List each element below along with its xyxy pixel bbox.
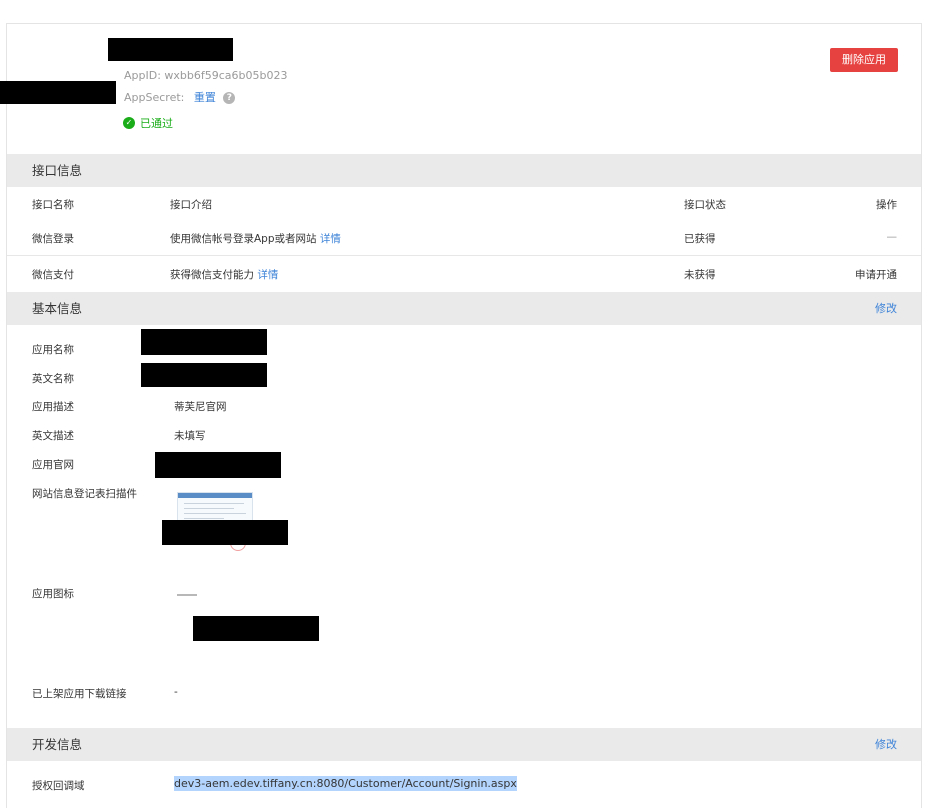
check-circle-icon: ✓: [123, 117, 135, 129]
interface-op: —: [886, 231, 898, 243]
basic-edit-link[interactable]: 修改: [875, 292, 897, 325]
delete-app-button[interactable]: 删除应用: [830, 48, 898, 72]
interface-detail-link[interactable]: 详情: [320, 233, 341, 245]
dev-section-title: 开发信息: [32, 737, 83, 752]
basic-section-title: 基本信息: [32, 301, 83, 316]
interface-intro: 使用微信帐号登录App或者网站 详情: [170, 231, 341, 246]
redacted-app-icon: [193, 616, 319, 641]
interface-header-intro: 接口介绍: [170, 199, 212, 211]
interface-header-state: 接口状态: [684, 199, 726, 211]
label-app-icon: 应用图标: [32, 588, 74, 600]
interface-header-name: 接口名称: [32, 199, 74, 211]
thumb-line: [184, 503, 244, 504]
approval-status-text: 已通过: [140, 117, 173, 130]
thumb-header-bar: [178, 493, 252, 498]
help-icon[interactable]: ?: [223, 92, 236, 104]
value-en-desc: 未填写: [174, 430, 206, 442]
basic-section-header: 基本信息 修改: [7, 292, 921, 325]
approval-status: ✓ 已通过: [123, 115, 173, 131]
label-website: 应用官网: [32, 459, 74, 471]
interface-intro-text: 使用微信帐号登录App或者网站: [170, 233, 317, 245]
interface-intro: 获得微信支付能力 详情: [170, 267, 278, 282]
label-reg-form: 网站信息登记表扫描件: [32, 488, 137, 500]
value-download-link: -: [174, 686, 178, 698]
row-divider: [7, 255, 921, 256]
redacted-website: [155, 452, 281, 478]
interface-header-op: 操作: [876, 199, 897, 211]
interface-intro-text: 获得微信支付能力: [170, 269, 254, 281]
app-secret-label: AppSecret:: [124, 91, 185, 104]
value-app-desc: 蒂芙尼官网: [174, 401, 227, 413]
interface-section-header: 接口信息: [7, 154, 921, 187]
redacted-reg-form: [162, 520, 288, 545]
redacted-app-title: [108, 38, 233, 61]
redacted-app-logo: [0, 81, 116, 104]
app-detail-panel: AppID: wxbb6f59ca6b05b023 AppSecret: 重置 …: [0, 23, 922, 808]
dev-edit-link[interactable]: 修改: [875, 728, 897, 761]
app-secret-reset-link[interactable]: 重置: [194, 91, 216, 104]
thumb-line: [184, 508, 234, 509]
reg-form-thumbnail[interactable]: [177, 492, 253, 522]
thumb-line: [184, 513, 246, 514]
interface-name: 微信支付: [32, 269, 74, 281]
interface-name: 微信登录: [32, 233, 74, 245]
app-secret-line: AppSecret: 重置 ?: [124, 89, 236, 105]
interface-detail-link[interactable]: 详情: [257, 269, 278, 281]
label-app-name: 应用名称: [32, 344, 74, 356]
thumb-line: [184, 518, 224, 519]
label-download-link: 已上架应用下载链接: [32, 688, 127, 700]
app-id-value: wxbb6f59ca6b05b023: [164, 69, 288, 82]
app-icon-caption: [177, 594, 197, 596]
redacted-en-name: [141, 363, 267, 387]
redacted-app-name: [141, 329, 267, 355]
app-id-line: AppID: wxbb6f59ca6b05b023: [124, 69, 288, 82]
dev-section-header: 开发信息 修改: [7, 728, 921, 761]
label-en-desc: 英文描述: [32, 430, 74, 442]
interface-state: 未获得: [684, 269, 716, 281]
label-en-name: 英文名称: [32, 373, 74, 385]
interface-section-title: 接口信息: [32, 163, 83, 178]
interface-state: 已获得: [684, 233, 716, 245]
label-callback-domain: 授权回调域: [32, 780, 85, 792]
label-app-desc: 应用描述: [32, 401, 74, 413]
callback-domain-value: dev3-aem.edev.tiffany.cn:8080/Customer/A…: [174, 776, 517, 791]
app-id-label: AppID:: [124, 69, 161, 82]
apply-open-link[interactable]: 申请开通: [855, 267, 897, 282]
